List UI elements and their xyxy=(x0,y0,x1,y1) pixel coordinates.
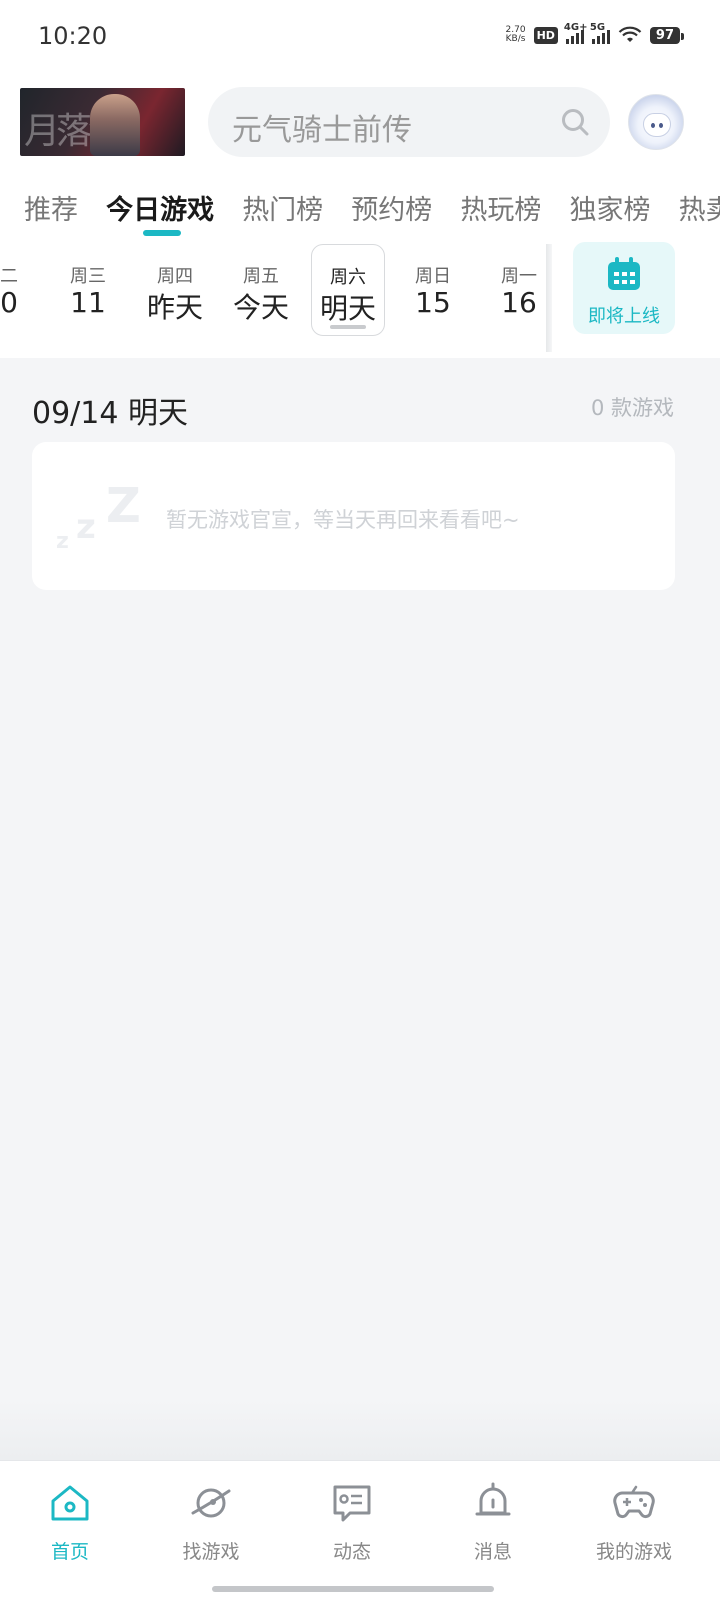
nav-my-games[interactable]: 我的游戏 xyxy=(579,1481,689,1564)
tab-exclusive-chart[interactable]: 独家榜 xyxy=(569,188,650,227)
day-cell-selected[interactable]: 周六 明天 xyxy=(311,244,385,336)
upcoming-label: 即将上线 xyxy=(588,306,660,327)
sleep-zzz-icon: z z Z xyxy=(56,478,141,554)
day-cell[interactable]: 周一 16 xyxy=(482,244,548,336)
calendar-icon xyxy=(608,257,640,290)
gamepad-icon xyxy=(613,1485,655,1519)
day-cell[interactable]: 二 0 xyxy=(0,244,46,336)
day-label: 今天 xyxy=(232,291,289,324)
day-label: 明天 xyxy=(319,292,376,325)
day-strip: 二 0 周三 11 周四 昨天 周五 今天 周六 明天 周日 15 周一 16 xyxy=(0,244,548,342)
nav-find-games[interactable]: 找游戏 xyxy=(156,1481,266,1564)
section-game-count: 0 款游戏 xyxy=(590,396,674,420)
nav-messages[interactable]: 消息 xyxy=(438,1481,548,1564)
banner-character-image xyxy=(90,94,140,156)
day-week: 周六 xyxy=(330,267,366,288)
day-label: 昨天 xyxy=(146,291,203,324)
home-indicator[interactable] xyxy=(212,1586,494,1592)
day-label: 11 xyxy=(70,286,106,319)
day-label: 16 xyxy=(501,286,537,319)
wifi-icon xyxy=(618,26,642,42)
status-time: 10:20 xyxy=(38,22,108,50)
tab-hot-play-chart[interactable]: 热玩榜 xyxy=(460,188,541,227)
svg-text:z: z xyxy=(76,507,96,547)
tab-today-games-label: 今日游戏 xyxy=(106,195,215,226)
svg-text:z: z xyxy=(56,529,69,554)
day-week: 周三 xyxy=(70,266,106,287)
bottom-nav: 首页 找游戏 动态 消息 我的游戏 xyxy=(0,1460,720,1600)
tab-recommend[interactable]: 推荐 xyxy=(24,188,78,227)
chat-card-icon xyxy=(333,1485,371,1522)
status-icons: 2.70 KB/s HD 4G+ 5G 97 xyxy=(506,22,685,44)
tab-hot-chart[interactable]: 热门榜 xyxy=(242,188,323,227)
day-label: 15 xyxy=(415,286,451,319)
category-tabs: 推荐 今日游戏 热门榜 预约榜 热玩榜 独家榜 热卖 xyxy=(24,188,720,240)
bell-icon xyxy=(475,1482,511,1516)
search-placeholder: 元气骑士前传 xyxy=(232,113,412,148)
status-bar: 10:20 2.70 KB/s HD 4G+ 5G 97 xyxy=(0,0,720,76)
planet-icon xyxy=(191,1488,231,1518)
nav-home-label: 首页 xyxy=(50,1541,89,1563)
day-label: 0 xyxy=(0,286,18,319)
tab-today-games[interactable]: 今日游戏 xyxy=(106,188,215,236)
nav-feed-label: 动态 xyxy=(332,1541,371,1563)
empty-state-message: 暂无游戏官宣，等当天再回来看看吧~ xyxy=(166,508,520,532)
day-cell[interactable]: 周四 昨天 xyxy=(138,244,212,336)
day-week: 周五 xyxy=(243,266,279,287)
day-week: 二 xyxy=(0,266,18,287)
battery-icon: 97 xyxy=(649,26,685,44)
hd-icon: HD xyxy=(533,26,558,44)
day-selected-indicator xyxy=(330,325,366,329)
day-cell[interactable]: 周五 今天 xyxy=(224,244,298,336)
banner-logo[interactable]: 月落游 xyxy=(20,88,185,156)
day-strip-divider xyxy=(546,244,552,352)
day-cell[interactable]: 周三 11 xyxy=(51,244,125,336)
home-icon xyxy=(51,1485,89,1521)
search-icon[interactable] xyxy=(560,107,590,137)
avatar[interactable] xyxy=(628,94,684,150)
signal-5g-icon: 5G xyxy=(590,22,610,44)
tab-hot-sale[interactable]: 热卖 xyxy=(679,188,720,227)
section-date-title: 09/14 明天 xyxy=(32,396,188,431)
day-cell[interactable]: 周日 15 xyxy=(396,244,470,336)
day-week: 周日 xyxy=(415,266,451,287)
bottom-fade xyxy=(0,1400,720,1460)
avatar-cat-image xyxy=(643,113,671,137)
tab-active-indicator xyxy=(143,230,182,236)
signal-4g-icon: 4G+ xyxy=(564,22,587,44)
nav-home[interactable]: 首页 xyxy=(15,1481,125,1564)
day-week: 周四 xyxy=(157,266,193,287)
empty-state-card: z z Z 暂无游戏官宣，等当天再回来看看吧~ xyxy=(32,442,675,590)
upcoming-button[interactable]: 即将上线 xyxy=(573,242,675,334)
nav-messages-label: 消息 xyxy=(473,1541,512,1563)
search-input[interactable]: 元气骑士前传 xyxy=(208,87,610,157)
day-week: 周一 xyxy=(501,266,537,287)
net-speed: 2.70 KB/s xyxy=(506,26,526,44)
tab-reserve-chart[interactable]: 预约榜 xyxy=(351,188,432,227)
svg-text:Z: Z xyxy=(106,478,141,534)
nav-find-games-label: 找游戏 xyxy=(182,1541,240,1563)
net-speed-unit: KB/s xyxy=(505,34,526,44)
nav-my-games-label: 我的游戏 xyxy=(595,1541,672,1563)
signal-5g-label: 5G xyxy=(589,22,606,33)
nav-feed[interactable]: 动态 xyxy=(297,1481,407,1564)
signal-4g-label: 4G+ xyxy=(563,22,588,33)
